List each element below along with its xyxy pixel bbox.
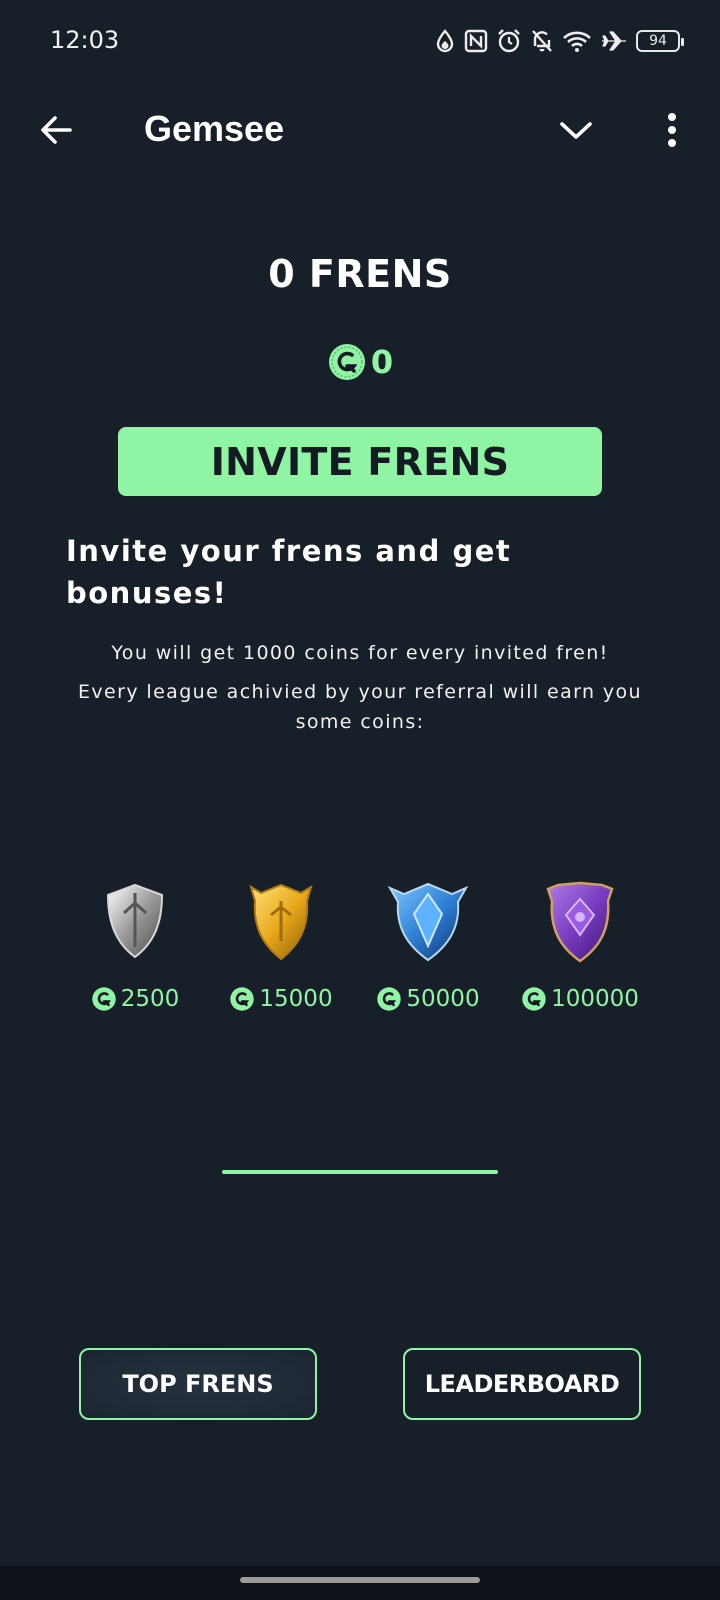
league-purple: 100000 [505,878,655,1012]
league-reward-value: 100000 [551,986,639,1012]
alarm-icon [498,29,520,53]
airplane-icon [602,31,626,51]
coins-value: 0 [370,343,394,381]
league-silver: 2500 [60,878,210,1012]
battery-icon: 94 [636,30,684,52]
status-time: 12:03 [50,26,120,54]
back-button[interactable] [28,102,84,158]
nfc-icon [464,29,488,53]
coin-icon [377,987,402,1011]
league-reward-value: 2500 [120,986,180,1012]
leaderboard-button[interactable]: LEADERBOARD [403,1348,641,1420]
blue-shield-icon [388,882,468,962]
coins-balance: 0 [0,342,720,382]
league-reward-value: 50000 [406,986,480,1012]
app-title: Gemsee [144,108,285,149]
coin-icon [230,987,255,1011]
system-nav-bar [0,1566,720,1600]
more-vertical-icon [668,113,676,147]
status-bar: 12:03 94 [0,0,720,84]
info-text-leagues: Every league achivied by your referral w… [77,681,643,733]
silver-shield-icon [106,883,164,959]
purple-shield-icon [546,881,614,963]
arrow-left-icon [41,116,72,144]
dropdown-button[interactable] [548,102,604,158]
battery-level: 94 [649,33,667,49]
info-text-coins: You will get 1000 coins for every invite… [111,642,609,664]
top-frens-button[interactable]: TOP FRENS [79,1348,317,1420]
coin-icon [328,344,365,380]
league-gold: 15000 [206,878,356,1012]
status-icons: 94 [434,26,684,56]
league-reward-value: 15000 [259,986,333,1012]
invite-frens-button[interactable]: INVITE FRENS [118,427,602,496]
home-indicator[interactable] [240,1577,480,1583]
bell-off-icon [532,30,552,52]
screen: 12:03 94 Gemsee 0 FRENS 0 INVITE FRENS I… [0,0,720,1600]
wifi-icon [563,31,591,52]
gold-shield-icon [249,883,313,961]
league-rewards: 2500 15000 50000 100000 [60,878,660,1028]
coin-icon [92,987,116,1011]
app-bar: Gemsee [0,84,720,176]
league-blue: 50000 [353,878,503,1012]
chevron-down-icon [560,122,592,139]
data-saver-icon [436,29,454,53]
more-menu-button[interactable] [644,102,700,158]
coin-icon [522,987,546,1011]
frens-count: 0 FRENS [268,252,452,296]
invite-heading: Invite your frens and get bonuses! [66,534,512,610]
divider-line [222,1170,498,1174]
